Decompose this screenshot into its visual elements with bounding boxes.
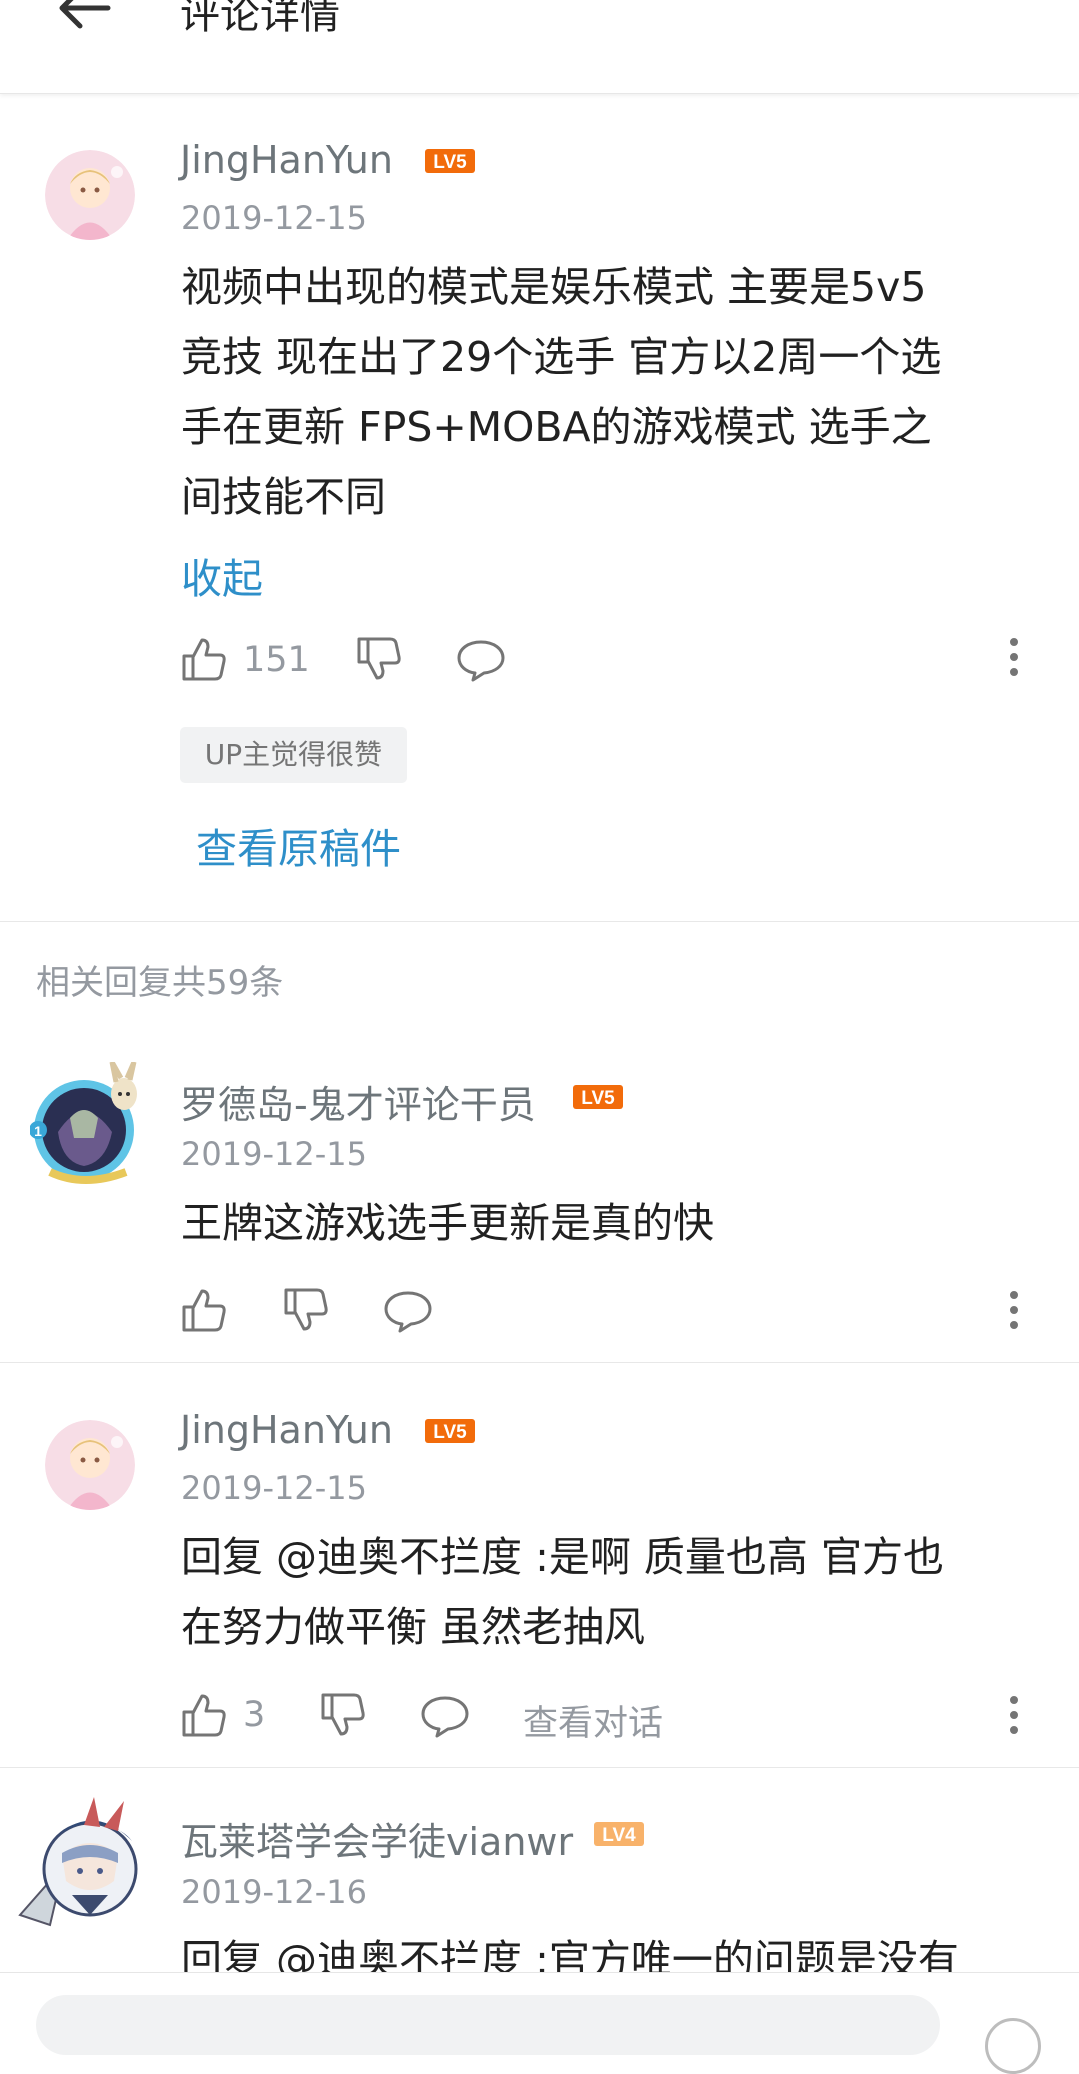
page-title: 评论详情	[180, 0, 340, 38]
username[interactable]: 罗德岛-鬼才评论干员	[180, 1074, 536, 1129]
comment-line: 王牌这游戏选手更新是真的快	[181, 1199, 714, 1247]
comment-date: 2019-12-15	[181, 199, 367, 237]
comment-date: 2019-12-15	[181, 1135, 367, 1173]
more-options-icon[interactable]	[1008, 1695, 1020, 1735]
reply-icon[interactable]	[456, 638, 506, 682]
like-count: 3	[243, 1695, 266, 1735]
up-liked-badge: UP主觉得很赞	[180, 727, 407, 783]
replies-count-header: 相关回复共59条	[36, 963, 284, 1003]
view-original-link[interactable]: 查看原稿件	[196, 815, 401, 875]
svg-text:LV5: LV5	[433, 1422, 467, 1443]
like-icon[interactable]	[180, 1287, 228, 1333]
like-icon[interactable]	[180, 1692, 228, 1738]
collapse-link[interactable]: 收起	[181, 545, 263, 605]
username[interactable]: JingHanYun	[180, 1408, 393, 1452]
svg-text:LV5: LV5	[433, 152, 467, 173]
dislike-icon[interactable]	[355, 636, 403, 682]
emoji-icon[interactable]	[985, 2018, 1041, 2074]
divider	[0, 1767, 1079, 1768]
more-options-icon[interactable]	[1008, 1290, 1020, 1330]
comment-input[interactable]	[36, 1995, 940, 2055]
avatar[interactable]	[14, 1795, 146, 1935]
view-conversation-link[interactable]: 查看对话	[523, 1695, 663, 1746]
comment-line: 视频中出现的模式是娱乐模式 主要是5v5	[181, 263, 927, 311]
back-arrow-icon[interactable]	[56, 0, 112, 44]
comment-line: 竞技 现在出了29个选手 官方以2周一个选	[181, 333, 942, 381]
username[interactable]: JingHanYun	[180, 138, 393, 182]
level-badge-lv5: LV5	[425, 149, 475, 173]
comment-date: 2019-12-15	[181, 1469, 367, 1507]
svg-text:LV5: LV5	[581, 1088, 615, 1109]
comment-text: 视频中出现的模式是娱乐模式 主要是5v5 竞技 现在出了29个选手 官方以2周一…	[181, 252, 1041, 532]
dislike-icon[interactable]	[282, 1287, 330, 1333]
comment-date: 2019-12-16	[181, 1873, 367, 1911]
reply-icon[interactable]	[383, 1289, 433, 1333]
comment-line: 在努力做平衡 虽然老抽风	[181, 1603, 646, 1651]
level-badge-lv5: LV5	[425, 1419, 475, 1443]
level-badge-lv5: LV5	[573, 1085, 623, 1109]
username[interactable]: 瓦莱塔学会学徒vianwr	[180, 1811, 573, 1866]
reply-icon[interactable]	[420, 1694, 470, 1738]
like-count: 151	[243, 640, 310, 680]
svg-text:LV4: LV4	[602, 1825, 636, 1846]
avatar[interactable]	[45, 1420, 135, 1510]
comment-line: 回复 @迪奥不拦度 :是啊 质量也高 官方也	[181, 1533, 944, 1581]
more-options-icon[interactable]	[1008, 637, 1020, 677]
comment-text: 回复 @迪奥不拦度 :是啊 质量也高 官方也 在努力做平衡 虽然老抽风	[181, 1522, 1041, 1662]
level-badge-lv4: LV4	[594, 1822, 644, 1846]
like-icon[interactable]	[180, 636, 228, 682]
comment-text: 王牌这游戏选手更新是真的快	[181, 1188, 1041, 1258]
dislike-icon[interactable]	[319, 1692, 367, 1738]
divider	[0, 921, 1079, 922]
divider	[0, 1362, 1079, 1363]
comment-line: 间技能不同	[181, 473, 386, 521]
comment-input-bar	[0, 1972, 1079, 2074]
avatar[interactable]: 1	[29, 1060, 146, 1196]
svg-text:1: 1	[34, 1123, 42, 1139]
top-bar: 评论详情	[0, 0, 1079, 94]
comment-line: 手在更新 FPS+MOBA的游戏模式 选手之	[181, 403, 932, 451]
avatar[interactable]	[45, 150, 135, 240]
